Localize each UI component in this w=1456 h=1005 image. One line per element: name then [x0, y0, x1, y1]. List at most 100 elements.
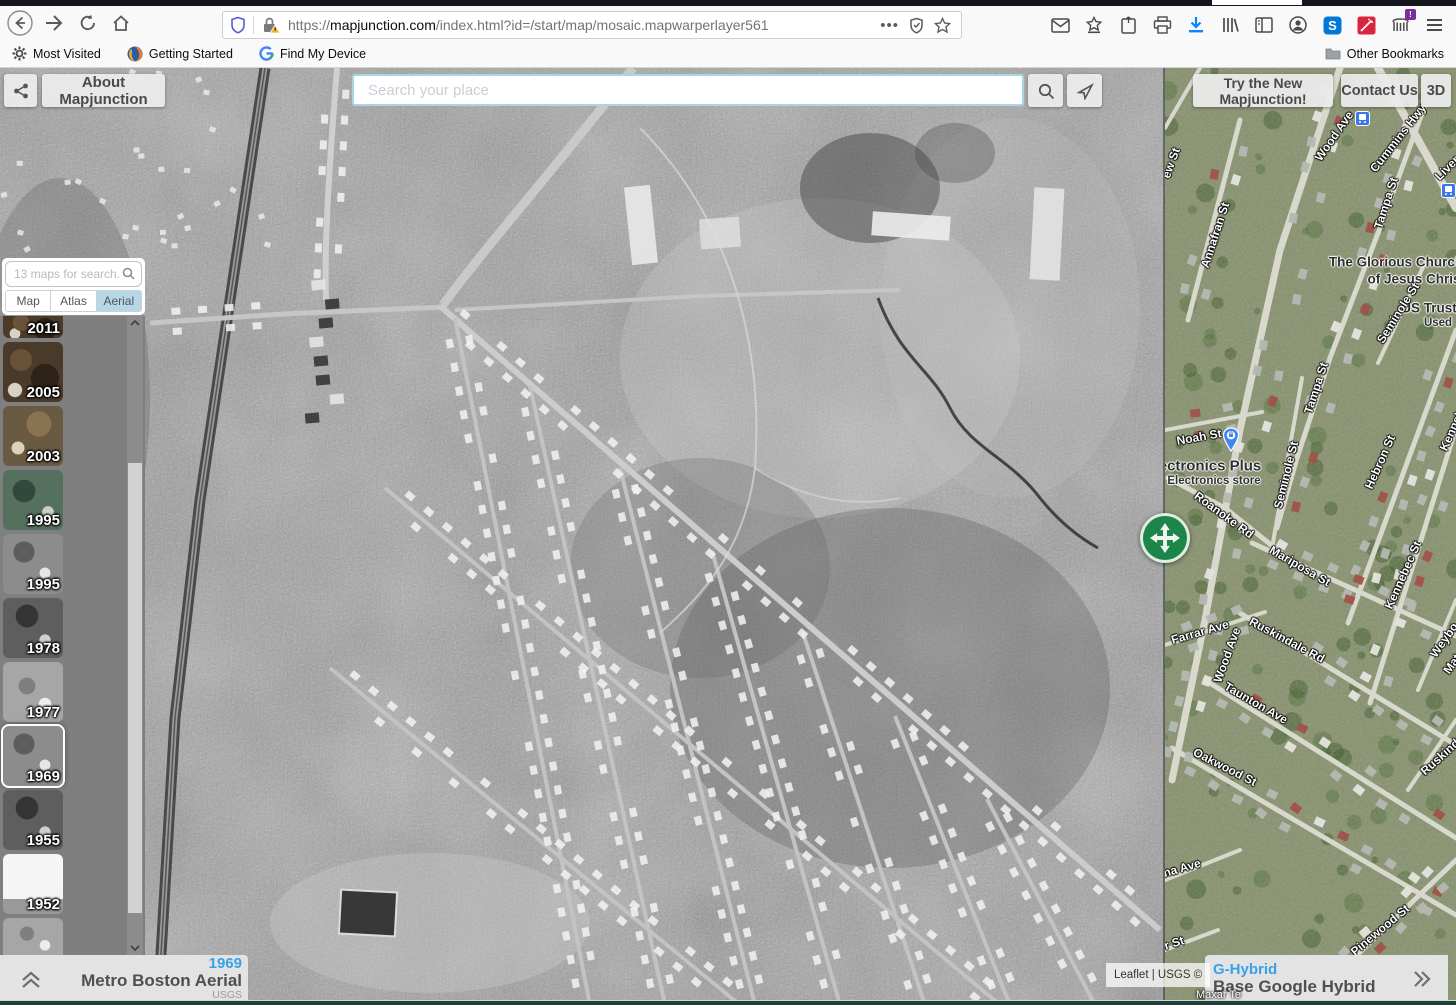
- right-layer-code: G-Hybrid: [1213, 962, 1375, 977]
- layer-thumbnail-1977[interactable]: 1977: [3, 662, 63, 722]
- map-building: [311, 279, 326, 290]
- bookmark-most-visited[interactable]: Most Visited: [12, 46, 101, 61]
- split-drag-handle[interactable]: [1140, 513, 1190, 563]
- google-icon: [259, 46, 274, 61]
- layer-thumbnail-partial[interactable]: [3, 918, 63, 955]
- other-bookmarks-button[interactable]: Other Bookmarks: [1325, 47, 1444, 61]
- map-building: [325, 298, 340, 309]
- toolbar-icon-row: S !: [1050, 11, 1410, 39]
- thumbnail-year-label: 1952: [27, 896, 60, 913]
- bookmark-getting-started[interactable]: Getting Started: [127, 46, 233, 62]
- bookmark-find-my-device[interactable]: Find My Device: [259, 46, 366, 61]
- layer-thumbnail-1955[interactable]: 1955: [3, 790, 63, 850]
- right-layer-panel: G-Hybrid Base Google Hybrid: [1205, 955, 1448, 1002]
- tab-map[interactable]: Map: [6, 291, 51, 311]
- download-icon[interactable]: [1186, 15, 1206, 35]
- layer-type-tabs: MapAtlasAerial: [5, 290, 142, 312]
- map-building: [1274, 370, 1283, 381]
- tracking-protection-shield-icon[interactable]: [223, 12, 253, 38]
- menu-icon[interactable]: [1422, 14, 1446, 36]
- locate-arrow-icon: [1076, 82, 1094, 100]
- map-building: [160, 230, 166, 235]
- map-building: [320, 140, 327, 149]
- map-building: [338, 167, 345, 176]
- map-building: [314, 269, 321, 278]
- layer-search-icon[interactable]: [122, 267, 135, 280]
- account-icon[interactable]: [1288, 15, 1308, 35]
- protection-report-icon[interactable]: [909, 17, 924, 34]
- forward-button[interactable]: [40, 9, 68, 37]
- map-building: [340, 141, 347, 150]
- bookmark-label: Most Visited: [33, 47, 101, 61]
- layer-thumbnail-2011[interactable]: 2011: [3, 316, 63, 338]
- tab-atlas[interactable]: Atlas: [51, 291, 96, 311]
- locate-button[interactable]: [1067, 74, 1102, 107]
- mail-icon[interactable]: [1050, 15, 1070, 35]
- try-new-mapjunction-button[interactable]: Try the New Mapjunction!: [1193, 74, 1333, 107]
- back-button[interactable]: [6, 9, 34, 37]
- map-building: [64, 179, 71, 185]
- clipboard-icon[interactable]: [1118, 15, 1138, 35]
- layer-thumbnail-1969[interactable]: 1969: [3, 726, 63, 786]
- bookmark-label: Getting Started: [149, 47, 233, 61]
- map-building: [309, 336, 324, 347]
- scroll-down-arrow-icon[interactable]: [127, 941, 143, 955]
- layer-thumbnail-2003[interactable]: 2003: [3, 406, 63, 466]
- bookmark-star-icon[interactable]: [934, 17, 951, 34]
- layer-thumbnail-1978[interactable]: 1978: [3, 598, 63, 658]
- share-button[interactable]: [4, 74, 37, 107]
- map-building: [252, 322, 261, 330]
- map-building: [315, 374, 330, 385]
- 3d-button[interactable]: 3D: [1421, 74, 1451, 107]
- scroll-up-arrow-icon[interactable]: [127, 316, 143, 330]
- layer-thumbnail-1995[interactable]: 1995: [3, 470, 63, 530]
- home-button[interactable]: [107, 9, 135, 37]
- contact-us-button[interactable]: Contact Us: [1341, 74, 1418, 107]
- about-mapjunction-button[interactable]: About Mapjunction: [42, 74, 165, 107]
- url-bar[interactable]: https://mapjunction.com/index.html?id=/s…: [222, 11, 962, 39]
- screenshot-tool-icon[interactable]: [1356, 15, 1376, 35]
- bookmark-star-badge-icon[interactable]: [1084, 15, 1104, 35]
- thumbnail-year-label: 1955: [27, 832, 60, 849]
- place-search-input[interactable]: [352, 74, 1024, 106]
- modern-hybrid-map[interactable]: ew StWood AveCummins HwyLiverTampa StAnn…: [1165, 68, 1456, 1005]
- thumbnail-year-label: 2003: [27, 448, 60, 465]
- extension-icon[interactable]: !: [1390, 15, 1410, 35]
- map-building: [158, 167, 164, 172]
- library-icon[interactable]: [1220, 15, 1240, 35]
- layer-thumbnail-1952[interactable]: 1952: [3, 854, 63, 914]
- thumbnail-year-label: 2005: [27, 384, 60, 401]
- collapse-up-icon[interactable]: [18, 968, 44, 990]
- layer-thumbnail-list: 2011200520031995199519781977196919551952: [3, 316, 63, 955]
- map-building: [337, 193, 344, 202]
- search-button[interactable]: [1028, 74, 1063, 107]
- scrollbar-thumb[interactable]: [128, 463, 142, 913]
- urlbar-actions: •••: [880, 17, 961, 34]
- firefox-icon: [127, 46, 143, 62]
- sidebar-toggle-icon[interactable]: [1254, 15, 1274, 35]
- thumbnail-scrollbar[interactable]: [127, 316, 143, 955]
- try-new-label: Try the New Mapjunction!: [1201, 75, 1325, 107]
- gear-icon: [12, 46, 27, 61]
- layer-thumbnail-1995[interactable]: 1995: [3, 534, 63, 594]
- print-icon[interactable]: [1152, 15, 1172, 35]
- lock-warning-icon[interactable]: [254, 12, 288, 38]
- historic-aerial-map[interactable]: [0, 68, 1165, 1005]
- map-building: [251, 302, 260, 310]
- map-building: [342, 90, 349, 99]
- extension-alert-badge: !: [1405, 9, 1416, 20]
- page-actions-icon[interactable]: •••: [880, 17, 899, 34]
- bookmarks-bar: Most Visited Getting Started Find My Dev…: [0, 40, 1456, 68]
- tab-aerial[interactable]: Aerial: [97, 291, 141, 311]
- layer-thumbnail-panel: 2011200520031995199519781977196919551952: [0, 316, 145, 955]
- map-building: [1181, 670, 1190, 681]
- skype-icon[interactable]: S: [1322, 15, 1342, 35]
- map-building: [341, 115, 348, 124]
- refresh-button[interactable]: [74, 9, 102, 37]
- expand-right-icon[interactable]: [1410, 967, 1434, 991]
- map-building: [171, 307, 180, 315]
- map-building: [316, 218, 323, 227]
- layer-thumbnail-2005[interactable]: 2005: [3, 342, 63, 402]
- left-layer-panel: 1969 Metro Boston Aerial USGS: [0, 955, 248, 1002]
- contact-label: Contact Us: [1341, 83, 1418, 99]
